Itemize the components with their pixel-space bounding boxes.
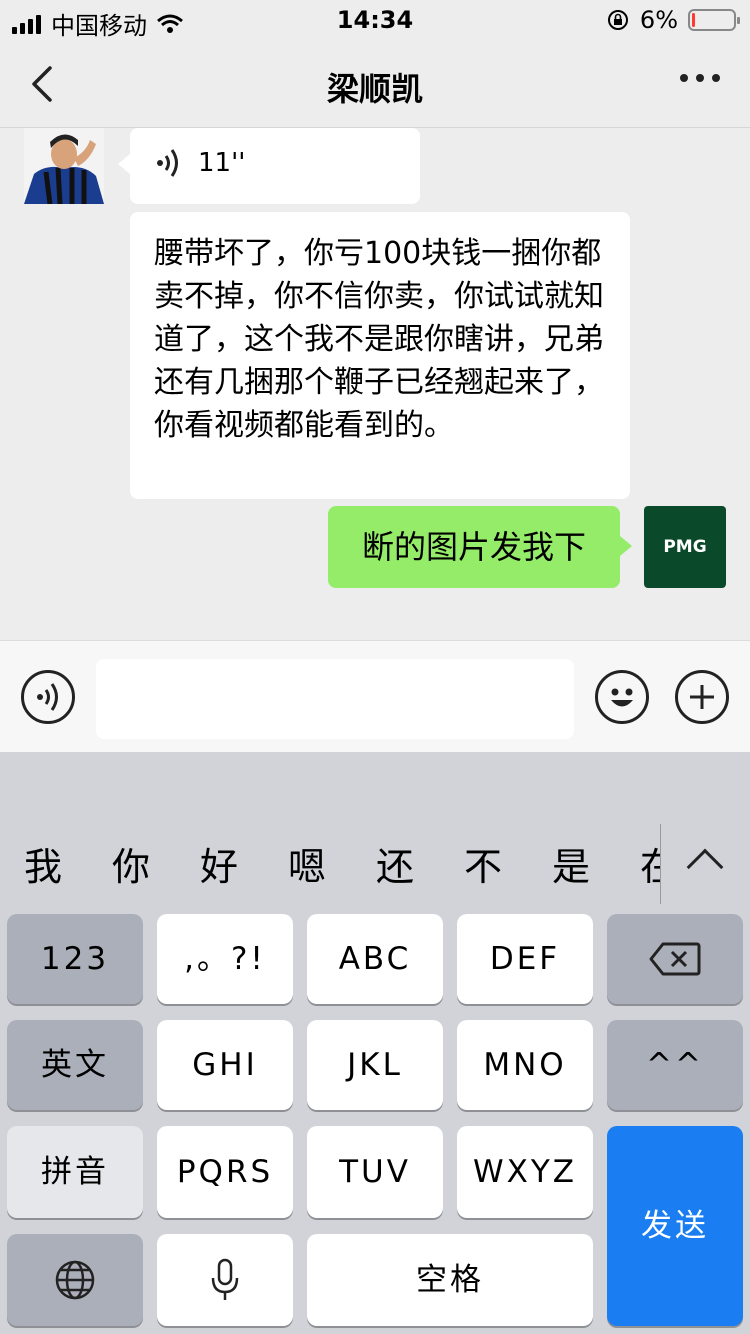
key-ghi[interactable]: GHI [157,1020,293,1110]
key-pqrs[interactable]: PQRS [157,1126,293,1218]
key-wxyz[interactable]: WXYZ [457,1126,593,1218]
more-icon[interactable] [680,74,720,82]
received-text-message[interactable]: 腰带坏了，你亏100块钱一捆你都卖不掉，你不信你卖，你试试就知道了，这个我不是跟… [130,212,630,499]
key-english[interactable]: 英文 [7,1020,143,1110]
battery-percent: 6% [639,6,678,34]
dictation-key[interactable] [157,1234,293,1326]
battery-level-fill [692,13,695,27]
microphone-icon [211,1258,239,1300]
voice-duration: 11'' [198,148,246,178]
globe-icon [55,1260,95,1300]
candidate-word[interactable]: 我 [24,836,62,891]
keyboard: 我 你 好 嗯 还 不 是 在 123 ,。?! ABC DEF 英文 GHI … [0,752,750,1334]
send-button[interactable]: 发送 [607,1126,743,1326]
candidate-word[interactable]: 是 [552,836,590,891]
message-list[interactable]: 11'' 腰带坏了，你亏100块钱一捆你都卖不掉，你不信你卖，你试试就知道了，这… [0,128,750,640]
emoji-icon[interactable] [595,670,649,724]
space-key[interactable]: 空格 [307,1234,593,1326]
candidate-word[interactable]: 不 [464,836,502,891]
sent-message-text: 断的图片发我下 [361,528,586,566]
sent-text-message[interactable]: 断的图片发我下 [328,506,632,588]
candidate-word[interactable]: 好 [200,836,238,891]
key-emoticon[interactable]: ^^ [607,1020,743,1110]
expand-candidates-icon[interactable] [686,848,724,886]
candidate-word[interactable]: 还 [376,836,414,891]
candidate-bar: 我 你 好 嗯 还 不 是 在 [0,814,750,914]
key-punctuation[interactable]: ,。?! [157,914,293,1004]
voice-wave-icon [157,149,178,177]
backspace-icon [649,942,701,976]
voice-message-bubble[interactable]: 11'' [118,128,420,204]
status-right: 6% [606,6,740,34]
chat-title: 梁顺凯 [326,70,423,108]
backspace-key[interactable] [607,914,743,1004]
voice-input-icon[interactable] [21,670,75,724]
key-pinyin[interactable]: 拼音 [7,1126,143,1218]
key-def[interactable]: DEF [457,914,593,1004]
key-tuv[interactable]: TUV [307,1126,443,1218]
key-123[interactable]: 123 [7,914,143,1004]
message-input[interactable] [96,659,574,739]
key-jkl[interactable]: JKL [307,1020,443,1110]
candidate-divider [660,824,661,904]
candidate-word[interactable]: 你 [112,836,150,891]
status-bar: 中国移动 14:34 6% [0,0,750,40]
key-mno[interactable]: MNO [457,1020,593,1110]
candidate-word[interactable]: 在 [640,836,660,891]
globe-key[interactable] [7,1234,143,1326]
my-avatar[interactable]: PMG [644,506,726,588]
battery-icon [688,9,740,31]
candidate-word[interactable]: 嗯 [288,836,326,891]
key-abc[interactable]: ABC [307,914,443,1004]
chat-header: 梁顺凯 [0,40,750,128]
input-bar [0,640,750,752]
add-more-icon[interactable] [675,670,729,724]
orientation-lock-icon [607,10,628,30]
contact-avatar[interactable] [24,128,104,204]
